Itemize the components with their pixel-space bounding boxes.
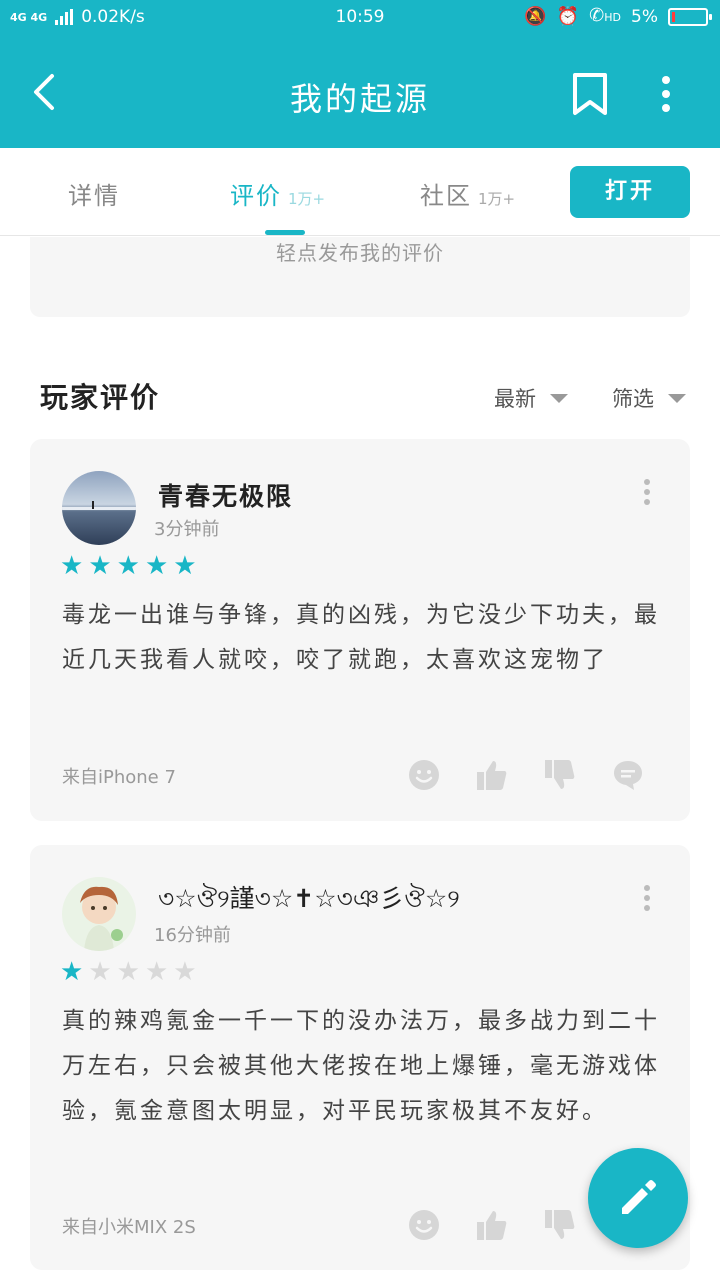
more-menu-button[interactable] <box>648 72 684 116</box>
emoji-icon[interactable] <box>408 1209 440 1241</box>
bookmark-icon <box>573 73 607 115</box>
emoji-icon[interactable] <box>408 759 440 791</box>
more-dot-icon <box>662 76 670 84</box>
tab-community[interactable]: 社区 1万+ <box>420 176 515 211</box>
star-rating: ★ ★ ★ ★ ★ <box>60 553 197 579</box>
star-empty-icon: ★ <box>173 957 197 987</box>
review-device: 来自小米MIX 2S <box>62 1217 196 1238</box>
tab-community-count: 1万+ <box>478 190 516 208</box>
chevron-down-icon <box>550 393 568 403</box>
tab-details[interactable]: 详情 <box>68 176 120 211</box>
battery-icon <box>668 8 712 26</box>
chevron-down-icon <box>668 393 686 403</box>
battery-percent: 5% <box>631 7 658 27</box>
star-icon: ★ <box>60 957 84 987</box>
star-rating: ★ ★ ★ ★ ★ <box>60 959 197 985</box>
sort-dropdown[interactable]: 最新 <box>494 383 568 413</box>
bell-muted-icon: 🔕 <box>524 6 547 27</box>
star-icon: ★ <box>60 551 84 581</box>
comment-icon[interactable] <box>612 759 644 791</box>
review-actions <box>408 1209 576 1241</box>
review-card: 青春无极限 3分钟前 ★ ★ ★ ★ ★ 毒龙一出谁与争锋，真的凶残，为它没少下… <box>30 439 690 821</box>
tab-reviews-label: 评价 <box>230 182 282 210</box>
more-dot-icon <box>662 104 670 112</box>
tab-bar: 详情 评价 1万+ 社区 1万+ 打开 <box>0 148 720 236</box>
thumbs-up-icon[interactable] <box>476 1209 508 1241</box>
review-text: 毒龙一出谁与争锋，真的凶残，为它没少下功夫，最近几天我看人就咬，咬了就跑，太喜欢… <box>62 602 660 673</box>
avatar-character-image <box>62 877 136 951</box>
status-bar: 4G 4G 0.02K/s 10:59 🔕 ⏰ ✆HD 5% <box>0 0 720 36</box>
tab-reviews[interactable]: 评价 1万+ <box>230 176 325 211</box>
active-tab-indicator <box>265 230 305 235</box>
open-button[interactable]: 打开 <box>570 166 690 218</box>
star-empty-icon: ★ <box>144 957 169 987</box>
tab-community-label: 社区 <box>420 182 472 210</box>
star-empty-icon: ★ <box>88 957 112 987</box>
write-review-button[interactable] <box>588 1148 688 1248</box>
sort-label: 最新 <box>494 387 536 411</box>
more-dot-icon <box>662 90 670 98</box>
app-bar: 我的起源 <box>0 36 720 148</box>
section-title: 玩家评价 <box>40 381 161 414</box>
star-icon: ★ <box>88 551 112 581</box>
thumbs-down-icon[interactable] <box>544 759 576 791</box>
review-time: 16分钟前 <box>154 925 231 946</box>
thumbs-up-icon[interactable] <box>476 759 508 791</box>
star-icon: ★ <box>116 551 140 581</box>
avatar[interactable] <box>62 877 136 951</box>
reviewer-name: ৩☆ঔ୨謹৩☆✝☆৩ঞ彡ঔ☆୨ <box>158 884 460 913</box>
avatar-landscape-image <box>62 471 136 545</box>
status-right: 🔕 ⏰ ✆HD 5% <box>524 5 712 28</box>
review-time: 3分钟前 <box>154 519 220 540</box>
tab-reviews-count: 1万+ <box>288 190 326 208</box>
alarm-icon: ⏰ <box>556 6 580 27</box>
filter-label: 筛选 <box>612 387 654 411</box>
filter-dropdown[interactable]: 筛选 <box>612 383 686 413</box>
page-title: 我的起源 <box>289 80 430 118</box>
thumbs-down-icon[interactable] <box>544 1209 576 1241</box>
review-more-button[interactable] <box>644 479 652 505</box>
tab-details-label: 详情 <box>68 182 120 210</box>
avatar[interactable] <box>62 471 136 545</box>
star-icon: ★ <box>144 551 169 581</box>
review-more-button[interactable] <box>644 885 652 911</box>
review-device: 来自iPhone 7 <box>62 767 176 788</box>
phone-hd-icon: ✆HD <box>589 5 622 26</box>
publish-review-hint: 轻点发布我的评价 <box>276 241 444 265</box>
review-actions <box>408 759 644 791</box>
publish-review-card[interactable]: 轻点发布我的评价 <box>30 237 690 317</box>
star-icon: ★ <box>173 551 197 581</box>
pencil-icon <box>622 1180 656 1214</box>
review-text: 真的辣鸡氪金一千一下的没办法万，最多战力到二十万左右，只会被其他大佬按在地上爆锤… <box>62 1008 660 1124</box>
bookmark-button[interactable] <box>570 72 610 116</box>
star-empty-icon: ★ <box>116 957 140 987</box>
reviewer-name: 青春无极限 <box>158 482 294 511</box>
